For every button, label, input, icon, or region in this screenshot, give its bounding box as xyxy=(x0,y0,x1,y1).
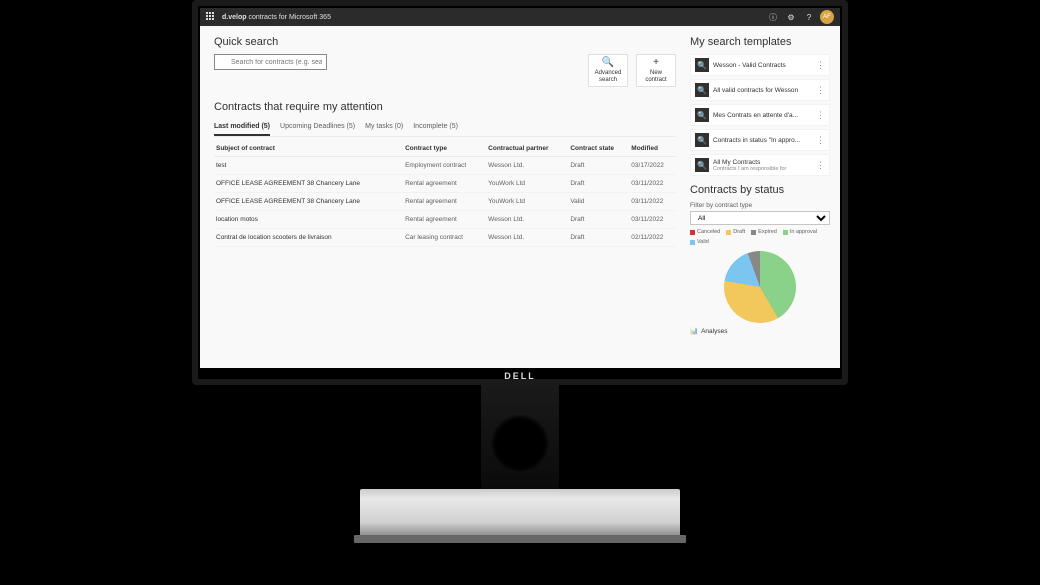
attention-title: Contracts that require my attention xyxy=(214,101,676,113)
status-legend: Canceled Draft Expired In approval Valid xyxy=(690,229,830,245)
new-contract-button[interactable]: + New contract xyxy=(636,54,676,87)
table-row[interactable]: testEmployment contractWesson Ltd.Draft0… xyxy=(214,157,676,175)
plus-icon: + xyxy=(639,58,673,68)
col-header[interactable]: Modified xyxy=(629,141,676,157)
col-header[interactable]: Subject of contract xyxy=(214,141,403,157)
app-header: d.velop contracts for Microsoft 365 ⓘ ⚙ … xyxy=(200,8,840,26)
help-icon[interactable]: ? xyxy=(802,10,816,24)
tab-my-tasks-[interactable]: My tasks (0) xyxy=(365,119,403,136)
app-title: d.velop contracts for Microsoft 365 xyxy=(222,14,331,21)
analyses-link[interactable]: 📊 Analyses xyxy=(690,327,830,335)
magnifier-icon: 🔍 xyxy=(695,158,709,172)
filter-contract-type[interactable]: All xyxy=(690,211,830,225)
tab-last-modified-[interactable]: Last modified (5) xyxy=(214,119,270,136)
avatar[interactable]: AF xyxy=(820,10,834,24)
magnifier-icon: 🔍 xyxy=(695,83,709,97)
table-row[interactable]: OFFICE LEASE AGREEMENT 38 Chancery LaneR… xyxy=(214,175,676,193)
more-icon[interactable]: ⋮ xyxy=(816,160,825,171)
magnifier-icon: 🔍 xyxy=(695,58,709,72)
template-item[interactable]: 🔍Mes Contrats en attente d'a...⋮ xyxy=(690,104,830,126)
magnifier-icon: 🔍 xyxy=(695,133,709,147)
col-header[interactable]: Contractual partner xyxy=(486,141,568,157)
status-title: Contracts by status xyxy=(690,184,830,196)
advanced-search-button[interactable]: 🔍 Advanced search xyxy=(588,54,628,87)
template-item[interactable]: 🔍Contracts in status "In appro...⋮ xyxy=(690,129,830,151)
attention-tabs: Last modified (5) Upcoming Deadlines (5) M… xyxy=(214,119,676,137)
app-launcher-icon[interactable] xyxy=(206,12,216,22)
info-icon[interactable]: ⓘ xyxy=(766,10,780,24)
more-icon[interactable]: ⋮ xyxy=(816,85,825,96)
chart-icon: 📊 xyxy=(690,327,698,335)
table-row[interactable]: Contrat de location scooters de livraiso… xyxy=(214,229,676,247)
magnifier-icon: 🔍 xyxy=(695,108,709,122)
quick-search-title: Quick search xyxy=(214,36,676,48)
col-header[interactable]: Contract type xyxy=(403,141,486,157)
templates-title: My search templates xyxy=(690,36,830,48)
settings-icon[interactable]: ⚙ xyxy=(784,10,798,24)
status-pie-chart xyxy=(724,251,796,323)
more-icon[interactable]: ⋮ xyxy=(816,60,825,71)
more-icon[interactable]: ⋮ xyxy=(816,135,825,146)
more-icon[interactable]: ⋮ xyxy=(816,110,825,121)
filter-label: Filter by contract type xyxy=(690,202,830,209)
template-item[interactable]: 🔍All My ContractsContracts I am responsi… xyxy=(690,154,830,176)
tab-upcoming-deadlines-[interactable]: Upcoming Deadlines (5) xyxy=(280,119,355,136)
template-item[interactable]: 🔍All valid contracts for Wesson⋮ xyxy=(690,79,830,101)
tab-incomplete-[interactable]: Incomplete (5) xyxy=(413,119,458,136)
table-row[interactable]: OFFICE LEASE AGREEMENT 38 Chancery LaneR… xyxy=(214,193,676,211)
monitor-brand: DELL xyxy=(200,371,840,381)
table-row[interactable]: location motosRental agreementWesson Ltd… xyxy=(214,211,676,229)
search-input[interactable] xyxy=(214,54,327,70)
contracts-table: Subject of contractContract typeContract… xyxy=(214,141,676,247)
template-item[interactable]: 🔍Wesson - Valid Contracts⋮ xyxy=(690,54,830,76)
col-header[interactable]: Contract state xyxy=(568,141,629,157)
magnifier-icon: 🔍 xyxy=(591,58,625,68)
